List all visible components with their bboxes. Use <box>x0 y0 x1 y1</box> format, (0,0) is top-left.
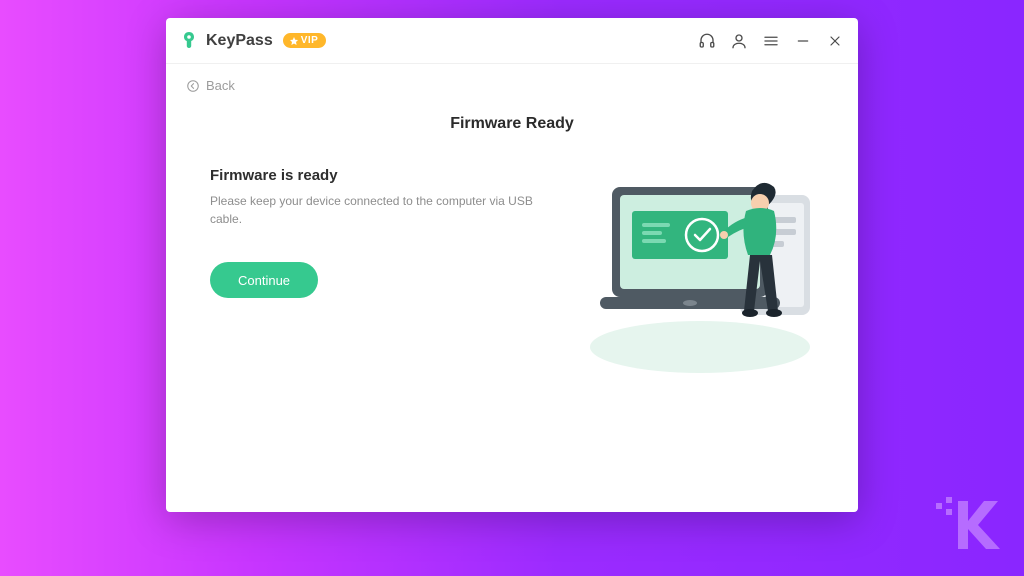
page-title: Firmware Ready <box>166 115 858 133</box>
status-heading: Firmware is ready <box>210 167 558 184</box>
status-description: Please keep your device connected to the… <box>210 192 558 228</box>
close-icon[interactable] <box>826 32 844 50</box>
vip-label: VIP <box>301 35 319 46</box>
window-controls <box>698 32 844 50</box>
vip-badge: VIP <box>283 33 327 48</box>
account-icon[interactable] <box>730 32 748 50</box>
headset-icon[interactable] <box>698 32 716 50</box>
continue-button[interactable]: Continue <box>210 262 318 298</box>
back-label: Back <box>206 78 235 93</box>
app-name: KeyPass <box>206 32 273 50</box>
menu-icon[interactable] <box>762 32 780 50</box>
illustration <box>570 167 830 377</box>
minimize-icon[interactable] <box>794 32 812 50</box>
watermark-logo <box>934 495 1004 560</box>
app-window: KeyPass VIP <box>166 18 858 512</box>
titlebar: KeyPass VIP <box>166 18 858 64</box>
app-logo-icon <box>180 30 198 52</box>
back-button[interactable]: Back <box>186 78 235 93</box>
